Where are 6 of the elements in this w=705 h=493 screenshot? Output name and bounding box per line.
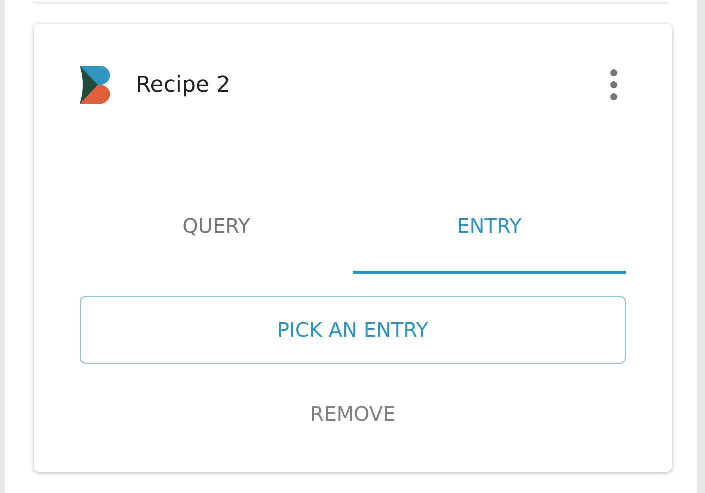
card-title: Recipe 2 (136, 72, 231, 98)
remove-button[interactable]: REMOVE (298, 394, 408, 434)
tab[interactable]: ENTRY (353, 181, 626, 274)
pick-entry-button[interactable]: PICK AN ENTRY (80, 296, 626, 364)
tab[interactable]: QUERY (80, 181, 353, 274)
more-icon[interactable] (610, 69, 618, 101)
